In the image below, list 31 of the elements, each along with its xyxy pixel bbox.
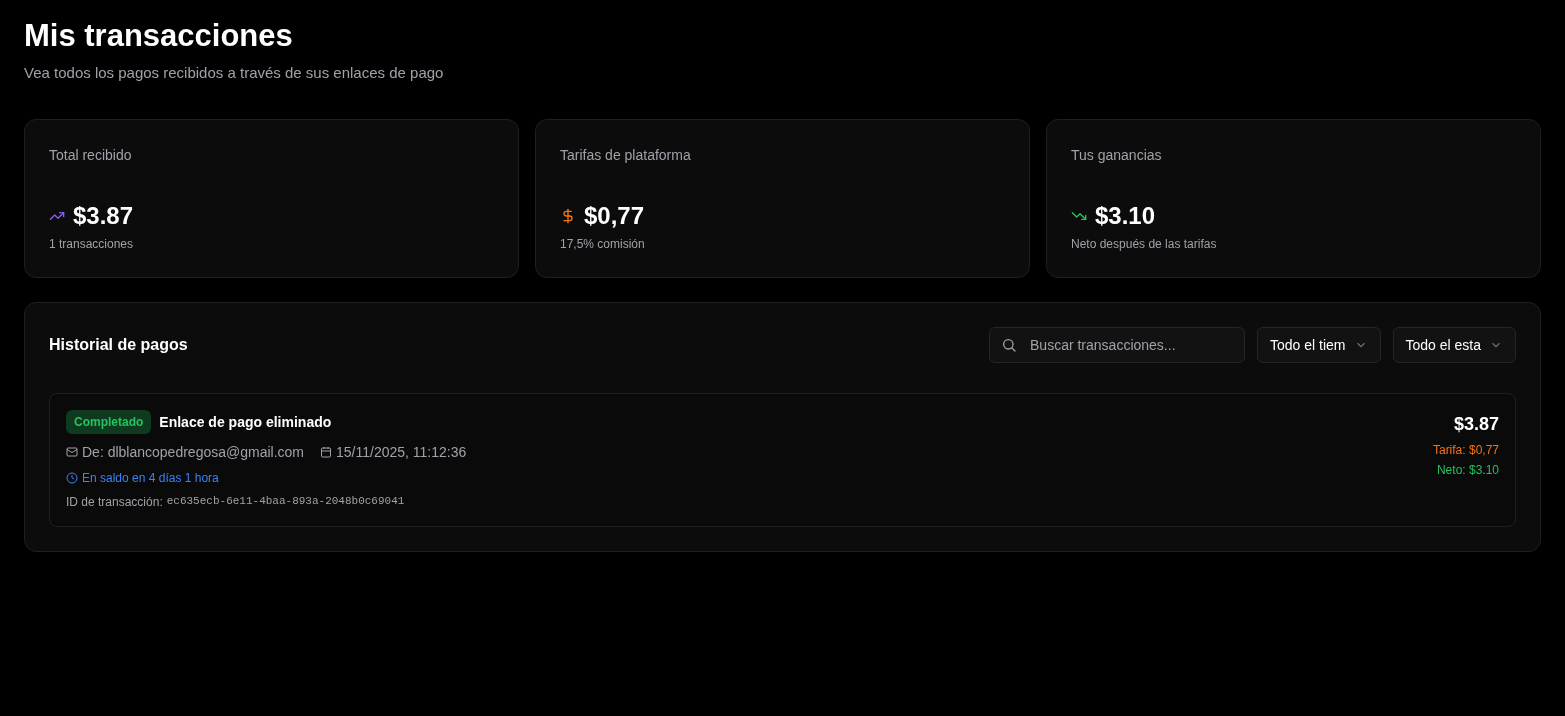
id-label: ID de transacción:	[66, 493, 163, 510]
stat-note: 17,5% comisión	[560, 235, 646, 252]
filter-dropdown[interactable]: Todo el tiem	[1257, 326, 1381, 363]
section-title: Historial de pagos	[49, 334, 188, 355]
stat-note: 1 transacciones	[49, 235, 135, 252]
page-subtitle: Vea todos los pagos recibidos a través de sus enlaces de pago	[24, 63, 445, 83]
filter-dropdown[interactable]: Todo el esta	[1392, 326, 1516, 363]
dollar-icon	[560, 207, 576, 224]
search-icon	[1001, 336, 1017, 353]
stat-value: $3.87	[73, 200, 134, 231]
search-field[interactable]: Buscar transacciones...	[989, 326, 1245, 363]
clock-icon	[66, 471, 78, 484]
net-amount: Neto: $3.10	[1436, 461, 1499, 478]
transaction-id: ec635ecb-6e11-4baa-893a-2048b0c69041	[166, 494, 405, 509]
pending-note: En saldo en 4 días 1 hora	[82, 469, 219, 486]
fee-amount: Tarifa: $0,77	[1432, 441, 1499, 458]
mail-icon	[66, 445, 78, 458]
transaction-title: Enlace de pago eliminado	[159, 412, 332, 432]
calendar-icon	[320, 445, 332, 458]
stat-note: Neto después de las tarifas	[1071, 235, 1218, 252]
transaction-amount: $3.87	[1453, 412, 1499, 436]
stat-value: $0,77	[584, 200, 645, 231]
status-badge: Completado	[66, 409, 152, 434]
stat-label: Tus ganancias	[1071, 145, 1163, 165]
stat-value: $3.10	[1095, 200, 1156, 231]
stat-label: Total recibido	[49, 145, 133, 165]
stat-label: Tarifas de plataforma	[560, 145, 692, 165]
page-title: Mis transacciones	[24, 18, 294, 54]
sender-email: De: dlblancopedregosa@gmail.com	[82, 442, 304, 462]
transaction-date: 15/11/2025, 11:12:36	[336, 442, 467, 462]
transaction-card[interactable]	[49, 392, 1516, 527]
